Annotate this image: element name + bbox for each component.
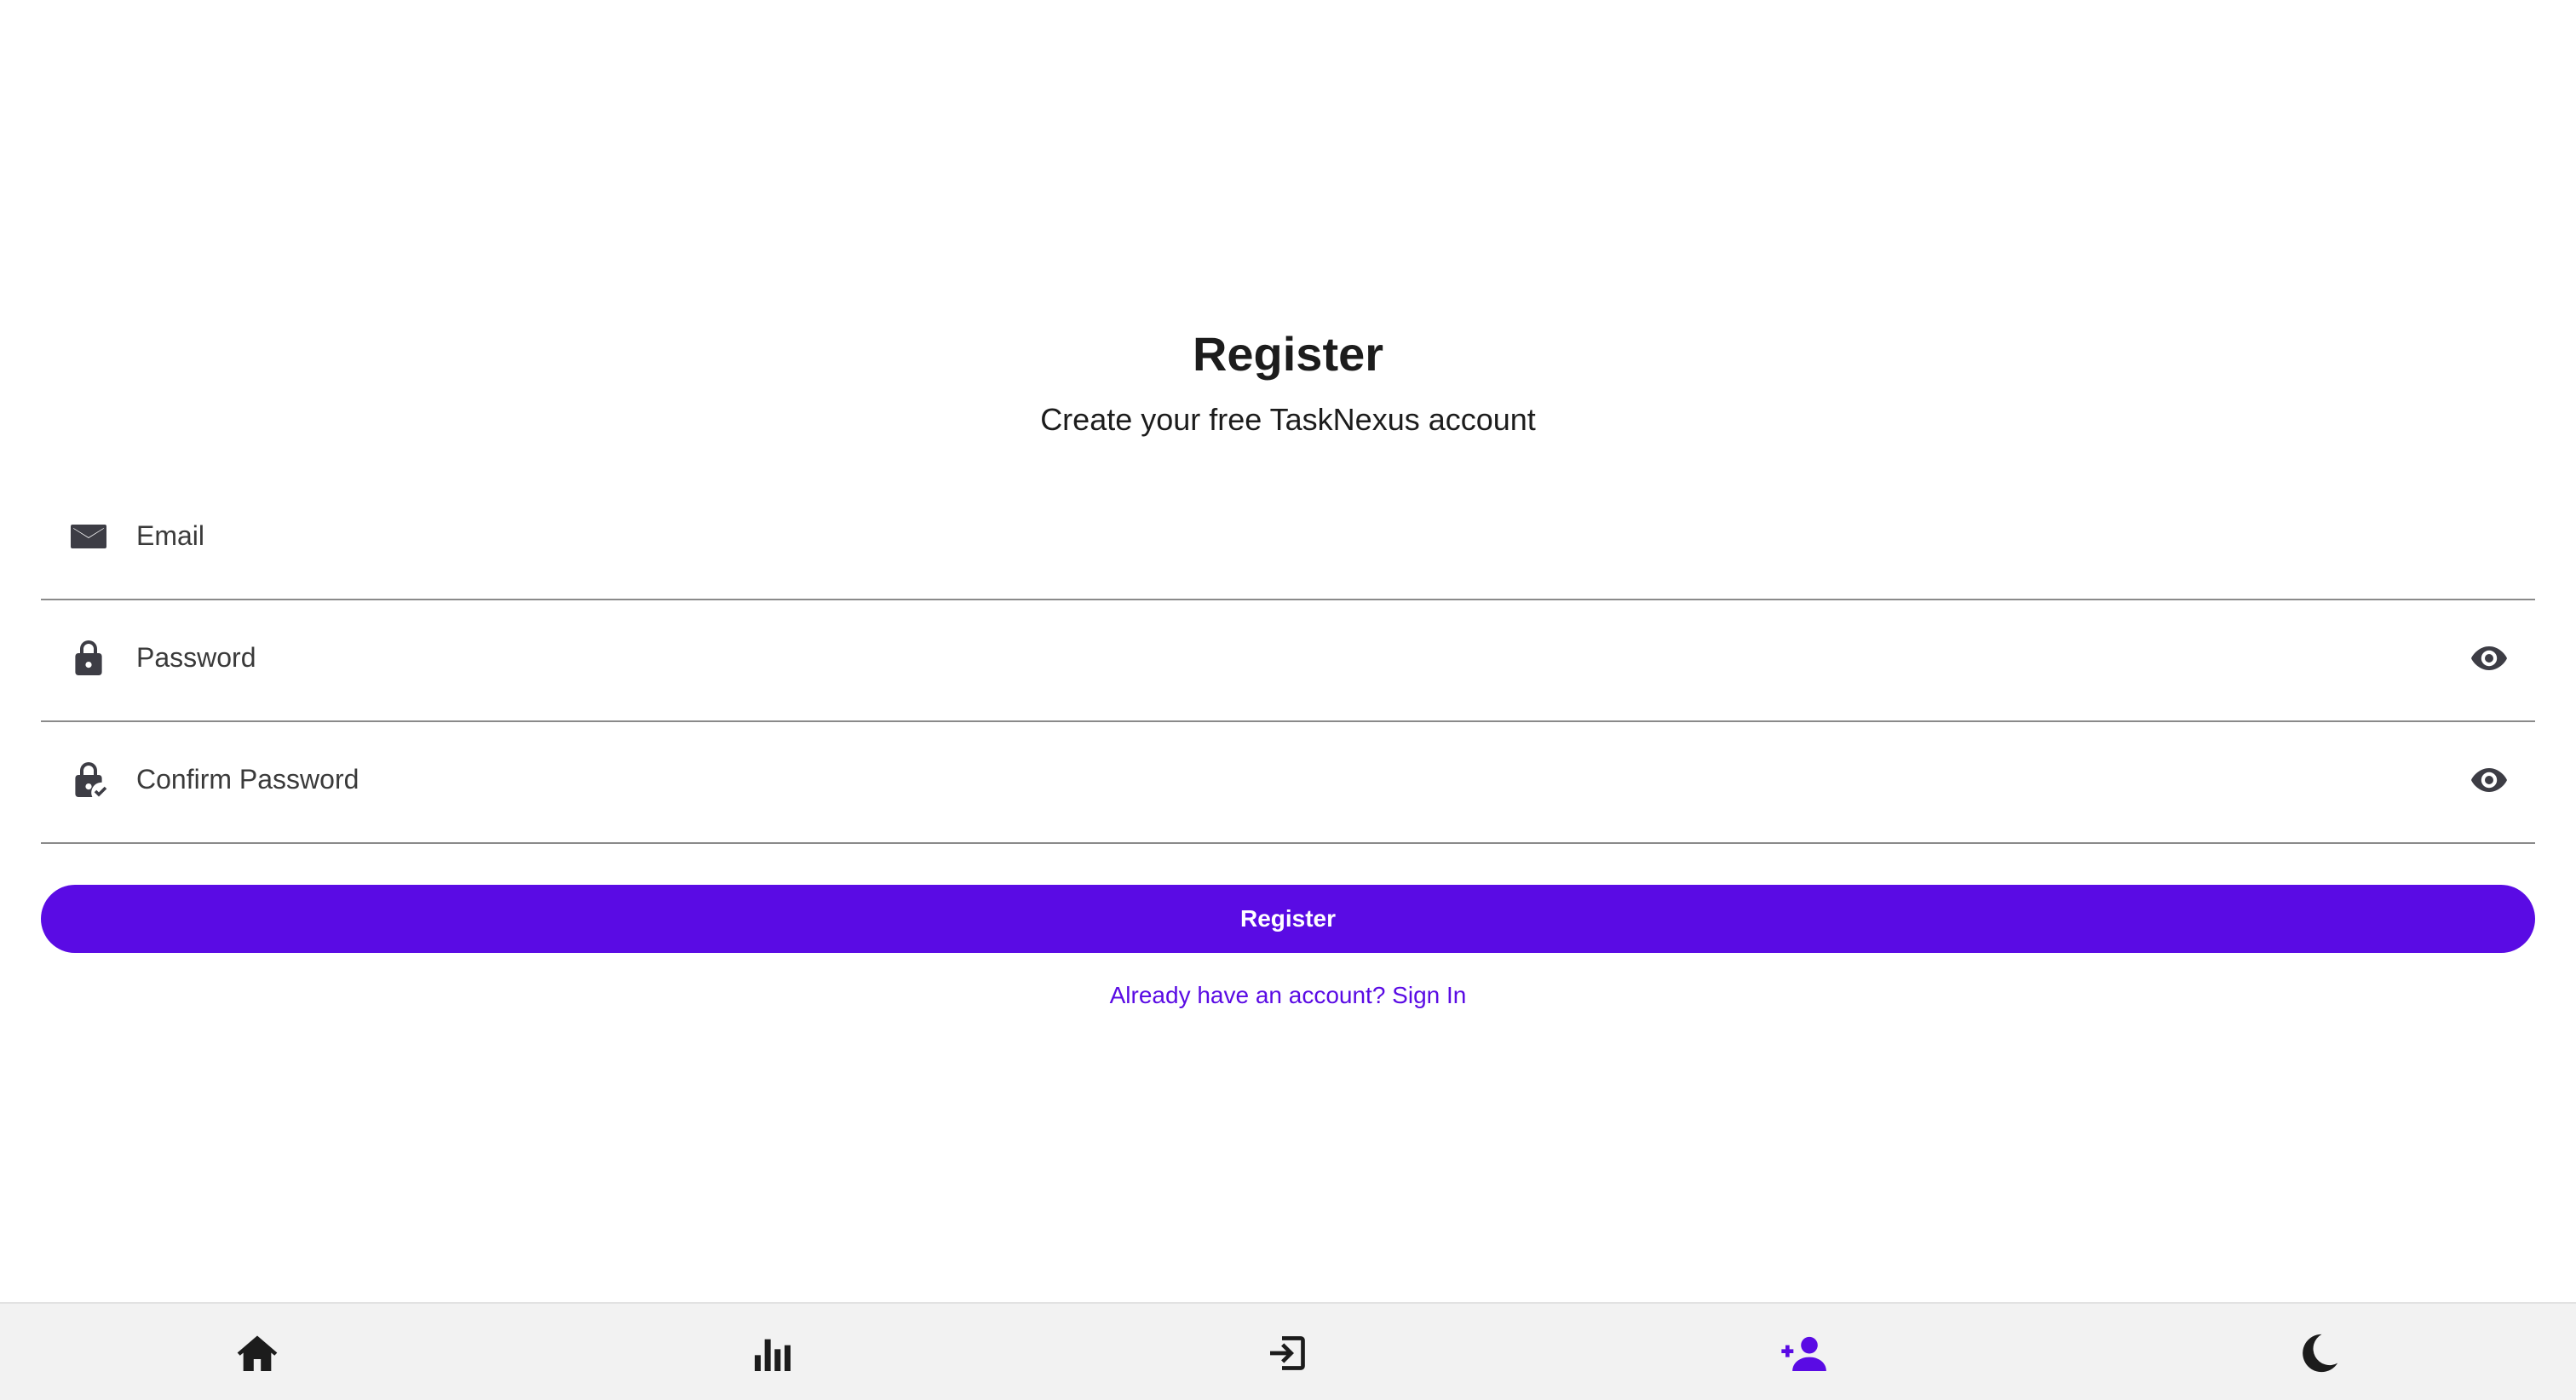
nav-stats[interactable] xyxy=(749,1329,796,1377)
register-button[interactable]: Register xyxy=(41,885,2535,953)
sign-in-icon xyxy=(1270,1336,1305,1370)
confirm-password-field-row xyxy=(41,722,2535,844)
eye-icon[interactable] xyxy=(2469,638,2510,679)
nav-register[interactable] xyxy=(1780,1329,1827,1377)
password-field-row xyxy=(41,600,2535,722)
moon-icon xyxy=(2303,1334,2338,1373)
nav-home[interactable] xyxy=(233,1329,281,1377)
bar-chart-icon xyxy=(755,1339,791,1371)
lock-check-icon xyxy=(75,762,107,797)
register-form: Register Create your free TaskNexus acco… xyxy=(41,324,2535,1009)
email-input[interactable] xyxy=(136,504,2385,567)
nav-theme-toggle[interactable] xyxy=(2295,1329,2343,1377)
password-input[interactable] xyxy=(136,626,2385,689)
envelope-icon xyxy=(71,525,106,548)
nav-sign-in[interactable] xyxy=(1264,1329,1312,1377)
sign-in-link[interactable]: Already have an account? Sign In xyxy=(41,982,2535,1009)
bottom-nav xyxy=(0,1302,2576,1400)
lock-icon xyxy=(75,640,102,675)
email-field-row xyxy=(41,479,2535,600)
eye-icon[interactable] xyxy=(2469,760,2510,800)
register-page: Register Create your free TaskNexus acco… xyxy=(0,0,2576,1400)
confirm-password-input[interactable] xyxy=(136,748,2385,811)
page-title: Register xyxy=(1192,327,1384,381)
home-icon xyxy=(237,1335,278,1371)
page-subtitle: Create your free TaskNexus account xyxy=(1040,402,1536,437)
user-plus-icon xyxy=(1781,1336,1826,1371)
